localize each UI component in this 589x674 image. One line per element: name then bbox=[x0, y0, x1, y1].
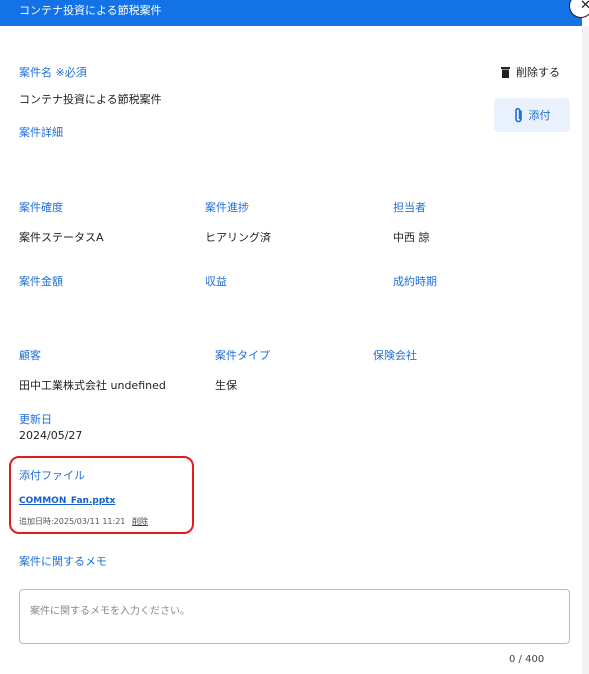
case-type-label: 案件タイプ bbox=[215, 349, 270, 362]
attachment-file-link[interactable]: COMMON_Fan.pptx bbox=[19, 496, 115, 506]
panel-header: コンテナ投資による節税案件 bbox=[0, 0, 582, 26]
memo-input[interactable]: 案件に関するメモを入力ください。 bbox=[19, 589, 570, 644]
scrollbar[interactable] bbox=[582, 26, 589, 674]
customer-label: 顧客 bbox=[19, 349, 41, 362]
progress-label: 案件進捗 bbox=[205, 201, 249, 214]
owner-label: 担当者 bbox=[393, 201, 426, 214]
certainty-value: 案件ステータスA bbox=[19, 231, 104, 244]
memo-char-counter: 0 / 400 bbox=[509, 654, 545, 665]
updated-value: 2024/05/27 bbox=[19, 429, 83, 442]
owner-value: 中西 諒 bbox=[393, 231, 430, 244]
close-date-label: 成約時期 bbox=[393, 275, 437, 288]
customer-value: 田中工業株式会社 undefined bbox=[19, 379, 166, 392]
attach-label: 添付 bbox=[528, 109, 551, 122]
delete-button[interactable]: 削除する bbox=[501, 64, 560, 80]
amount-label: 案件金額 bbox=[19, 275, 63, 288]
attach-button[interactable]: 添付 bbox=[494, 98, 570, 132]
insurer-label: 保険会社 bbox=[373, 349, 417, 362]
attachment-meta: 追加日時:2025/03/11 11:21 削除 bbox=[19, 516, 148, 527]
attachments-label: 添付ファイル bbox=[19, 469, 85, 482]
case-detail-label: 案件詳細 bbox=[19, 126, 63, 139]
certainty-label: 案件確度 bbox=[19, 201, 63, 214]
close-icon: ✕ bbox=[580, 0, 589, 13]
progress-value: ヒアリング済 bbox=[205, 231, 271, 244]
panel-title: コンテナ投資による節税案件 bbox=[19, 4, 162, 17]
paperclip-icon bbox=[514, 107, 522, 122]
attachment-added-date: 追加日時:2025/03/11 11:21 bbox=[19, 517, 126, 526]
attachment-delete-link[interactable]: 削除 bbox=[132, 517, 148, 526]
memo-label: 案件に関するメモ bbox=[19, 555, 107, 568]
delete-label: 削除する bbox=[516, 66, 560, 79]
profit-label: 収益 bbox=[205, 275, 227, 288]
updated-label: 更新日 bbox=[19, 413, 52, 426]
memo-placeholder: 案件に関するメモを入力ください。 bbox=[30, 606, 190, 617]
case-name-value: コンテナ投資による節税案件 bbox=[19, 93, 162, 106]
case-name-label: 案件名 ※必須 bbox=[19, 66, 87, 79]
trash-icon bbox=[501, 66, 510, 78]
case-type-value: 生保 bbox=[215, 379, 237, 392]
